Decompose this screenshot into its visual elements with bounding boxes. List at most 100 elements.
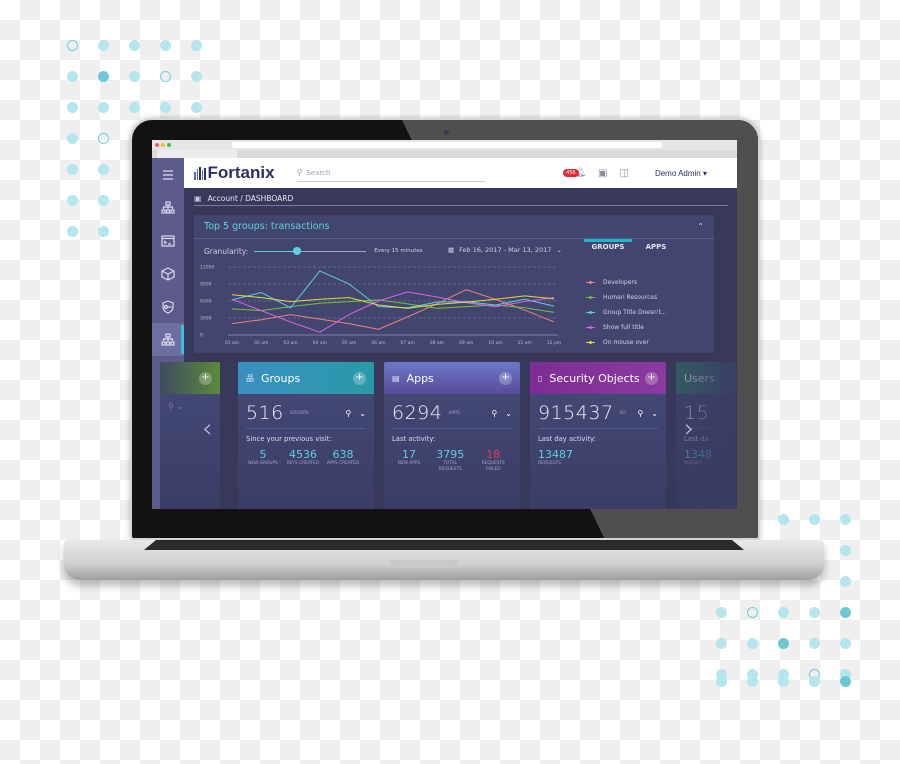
decorative-dot bbox=[67, 102, 78, 113]
decorative-dot bbox=[840, 576, 851, 587]
book-icon[interactable]: ◫ bbox=[620, 168, 629, 179]
add-security-object-button[interactable]: + bbox=[645, 371, 658, 385]
close-window-button[interactable] bbox=[155, 143, 159, 147]
card-title: Apps bbox=[406, 371, 434, 385]
legend-label: Group Title Doesn't... bbox=[603, 309, 667, 316]
stat-keys-created: 4536 KEYS CREATED bbox=[286, 448, 320, 466]
add-app-button[interactable]: + bbox=[499, 371, 512, 385]
hierarchy-icon bbox=[161, 200, 175, 214]
panel-header: Top 5 groups: transactions ⌃ bbox=[194, 215, 714, 239]
decorative-dot bbox=[160, 40, 171, 51]
menu-button[interactable] bbox=[152, 158, 184, 191]
sidebar-item-apps[interactable] bbox=[152, 224, 184, 257]
search-icon: ⚲ bbox=[296, 168, 303, 177]
card-title: Groups bbox=[261, 371, 301, 385]
minimize-window-button[interactable] bbox=[161, 143, 165, 147]
card-header-security-objects: ▯ Security Objects + bbox=[530, 362, 666, 394]
decorative-dot bbox=[778, 607, 789, 618]
shield-key-icon bbox=[162, 299, 174, 314]
notifications-button[interactable]: 456 🔔︎ bbox=[563, 168, 586, 178]
x-tick-label: 08 am bbox=[430, 340, 444, 346]
decorative-dot bbox=[716, 638, 727, 649]
series-line-developers bbox=[231, 289, 555, 330]
search-icon[interactable]: ⚲ bbox=[637, 409, 643, 418]
document-lock-icon: ▯ bbox=[538, 373, 543, 383]
sidebar-item-dashboard[interactable] bbox=[152, 323, 184, 356]
card-apps: ▤ Apps + 6294 APPS ⚲ ⌄ Last activity: 17 N… bbox=[384, 362, 520, 509]
decorative-dot bbox=[67, 164, 78, 175]
decorative-dot bbox=[129, 40, 140, 51]
groups-unit: GROUPS bbox=[289, 410, 309, 416]
stat-apps-created: 638 APPS CREATED bbox=[326, 448, 360, 466]
legend-swatch bbox=[586, 326, 595, 329]
legend-label: Show full title bbox=[603, 324, 644, 331]
apps-unit: APPS bbox=[448, 410, 460, 416]
add-icon[interactable]: + bbox=[199, 371, 212, 385]
tab-groups[interactable]: GROUPS bbox=[584, 239, 632, 255]
address-bar[interactable] bbox=[232, 142, 662, 148]
summary-cards-carousel: + ⚲ ⌄ ‹ 品 Groups + 516 GROUPS ⚲ ⌄ Since y… bbox=[160, 362, 737, 509]
legend-label: Human Resources bbox=[603, 294, 658, 301]
search-placeholder: Search bbox=[306, 168, 331, 177]
logo-text: Fortanix bbox=[207, 163, 275, 182]
tab-apps-label: APPS bbox=[645, 243, 667, 251]
add-group-button[interactable]: + bbox=[353, 371, 366, 385]
legend-item[interactable]: On mouse over bbox=[586, 335, 667, 350]
legend-item[interactable]: Show full title bbox=[586, 320, 667, 335]
legend-swatch bbox=[586, 296, 595, 299]
x-tick-label: 04 am bbox=[313, 340, 327, 346]
card-groups: 品 Groups + 516 GROUPS ⚲ ⌄ Since your prev… bbox=[238, 362, 374, 509]
legend-item[interactable]: Developers bbox=[586, 275, 667, 290]
decorative-dot bbox=[129, 102, 140, 113]
decorative-dot bbox=[98, 195, 109, 206]
chevron-down-icon[interactable]: ⌄ bbox=[651, 409, 658, 418]
decorative-dot bbox=[747, 607, 758, 618]
computer-icon[interactable]: ▣ bbox=[598, 168, 607, 179]
tab-apps[interactable]: APPS bbox=[632, 239, 680, 255]
browser-tab[interactable] bbox=[157, 150, 237, 158]
search-input[interactable]: ⚲ Search bbox=[296, 164, 485, 182]
search-icon[interactable]: ⚲ bbox=[491, 409, 497, 418]
date-range-picker[interactable]: ▦ Feb 16, 2017 - Mar 13, 2017 ⌄ bbox=[448, 246, 562, 254]
panel-tabs: GROUPS APPS bbox=[584, 239, 680, 255]
chevron-down-icon[interactable]: ⌄ bbox=[359, 409, 366, 418]
transactions-line-chart: 0 3000 6000 9000 12000 01 am 02 am 03 am 04 am 05… bbox=[200, 265, 561, 347]
top-navigation-bar: Fortanix ⚲ Search 456 🔔︎ ▣ ◫ Demo Admin … bbox=[184, 158, 737, 188]
user-menu[interactable]: Demo Admin ▾ bbox=[655, 169, 707, 178]
legend-label: Developers bbox=[603, 279, 637, 286]
search-icon[interactable]: ⚲ bbox=[345, 409, 351, 418]
chevron-down-icon[interactable]: ⌄ bbox=[505, 409, 512, 418]
decorative-dot bbox=[67, 40, 78, 51]
decorative-dot bbox=[747, 676, 758, 687]
sidebar-item-security-objects[interactable] bbox=[152, 257, 184, 290]
legend-item[interactable]: Group Title Doesn't... bbox=[586, 305, 667, 320]
chevron-up-icon[interactable]: ⌃ bbox=[697, 222, 704, 231]
sidebar-item-groups[interactable] bbox=[152, 191, 184, 224]
slider-thumb[interactable] bbox=[292, 247, 301, 255]
decorative-dot bbox=[809, 514, 820, 525]
decorative-dot bbox=[67, 71, 78, 82]
x-tick-label: 02 am bbox=[254, 340, 268, 346]
app-window-icon: ▤ bbox=[392, 373, 400, 383]
card-subtitle: Last activity: bbox=[392, 435, 436, 443]
card-title: Security Objects bbox=[549, 371, 640, 385]
decorative-dot bbox=[98, 226, 109, 237]
decorative-dot bbox=[809, 676, 820, 687]
stat-total-requests: 3795 TOTAL REQUESTS bbox=[436, 448, 465, 472]
fortanix-logo[interactable]: Fortanix bbox=[194, 163, 275, 183]
dashboard-icon: ▣ bbox=[194, 194, 202, 203]
stat-requests: 13487 REQUESTS bbox=[538, 448, 573, 466]
carousel-next-button[interactable]: › bbox=[684, 414, 694, 444]
chevron-down-icon[interactable]: ⌄ bbox=[176, 402, 183, 411]
legend-item[interactable]: Human Resources bbox=[586, 290, 667, 305]
carousel-fade bbox=[673, 362, 737, 509]
hierarchy-icon: 品 bbox=[246, 373, 254, 383]
decorative-dot bbox=[809, 638, 820, 649]
maximize-window-button[interactable] bbox=[167, 143, 171, 147]
sidebar-item-security[interactable] bbox=[152, 290, 184, 323]
hamburger-icon bbox=[163, 169, 173, 180]
search-icon[interactable]: ⚲ bbox=[168, 402, 174, 411]
carousel-prev-button[interactable]: ‹ bbox=[202, 414, 212, 444]
decorative-dot bbox=[98, 102, 109, 113]
decorative-dot bbox=[98, 164, 109, 175]
